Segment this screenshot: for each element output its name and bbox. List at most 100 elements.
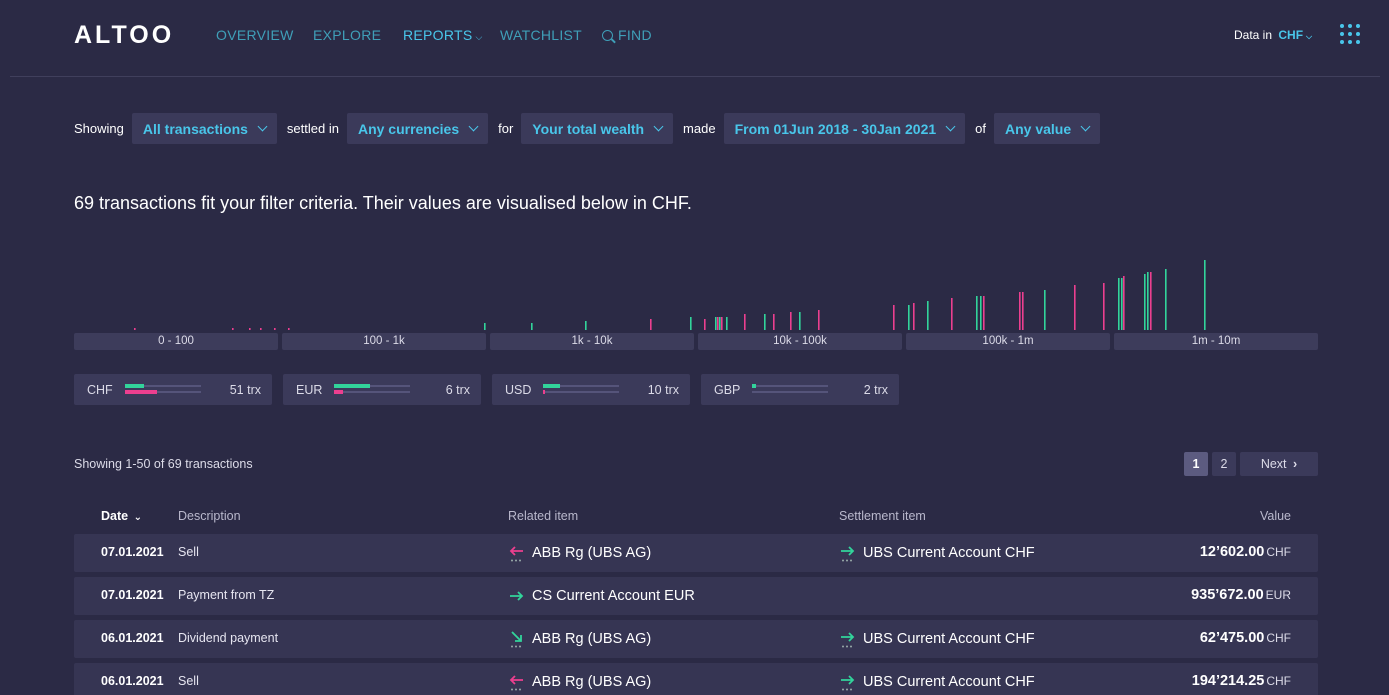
histogram-mark xyxy=(1103,283,1105,330)
value-currency: CHF xyxy=(1266,545,1291,559)
histogram-mark xyxy=(719,317,721,330)
page-2-button[interactable]: 2 xyxy=(1212,452,1236,476)
row-related-item[interactable]: ABB Rg (UBS AG) xyxy=(508,630,651,648)
nav-watchlist[interactable]: WATCHLIST xyxy=(500,27,582,43)
bucket-100k-1m: 100k - 1m xyxy=(906,333,1110,350)
chevron-down-icon xyxy=(257,121,268,132)
table-row[interactable]: 06.01.2021 Dividend payment ABB Rg (UBS AG… xyxy=(74,620,1318,658)
row-date: 07.01.2021 xyxy=(101,545,164,559)
date-column-header[interactable]: Date ⌄ xyxy=(101,509,142,523)
filter-label-of: of xyxy=(975,121,986,136)
row-value: 935’672.00 EUR xyxy=(1191,587,1291,603)
settlement-item-label: UBS Current Account CHF xyxy=(863,631,1035,647)
currencies-filter-value: Any currencies xyxy=(357,120,460,137)
incoming-arrow-icon xyxy=(508,587,526,605)
histogram-mark xyxy=(1019,292,1021,330)
nav-explore[interactable]: EXPLORE xyxy=(313,27,381,43)
nav-reports-label: REPORTS xyxy=(403,27,473,43)
nav-find-label: FIND xyxy=(618,27,652,43)
histogram-mark xyxy=(288,328,290,330)
currency-chip-chf[interactable]: CHF 51 trx xyxy=(74,374,272,405)
histogram-mark xyxy=(744,314,746,330)
showing-count: Showing 1-50 of 69 transactions xyxy=(74,457,253,471)
apps-grid-icon[interactable] xyxy=(1340,24,1360,44)
period-filter[interactable]: From 01Jun 2018 - 30Jan 2021 xyxy=(723,113,966,144)
currency-chip-gbp[interactable]: GBP 2 trx xyxy=(701,374,899,405)
table-row[interactable]: 07.01.2021 Sell ABB Rg (UBS AG) UBS Current… xyxy=(74,534,1318,572)
filter-label-made: made xyxy=(683,121,716,136)
row-related-item[interactable]: ABB Rg (UBS AG) xyxy=(508,673,651,691)
currency-dropdown[interactable]: CHF ⌵ xyxy=(1278,28,1312,42)
value-filter[interactable]: Any value xyxy=(993,113,1101,144)
table-row[interactable]: 06.01.2021 Sell ABB Rg (UBS AG) UBS Current… xyxy=(74,663,1318,695)
date-header-label: Date xyxy=(101,509,129,523)
chip-count: 2 trx xyxy=(863,383,888,397)
histogram-mark xyxy=(232,328,234,330)
chip-count: 6 trx xyxy=(445,383,470,397)
bucket-1k-10k: 1k - 10k xyxy=(490,333,694,350)
scope-filter[interactable]: Your total wealth xyxy=(521,113,674,144)
page-1-button[interactable]: 1 xyxy=(1184,452,1208,476)
histogram-mark xyxy=(818,310,820,330)
nav-find[interactable]: FIND xyxy=(602,27,652,43)
row-value: 62’475.00 CHF xyxy=(1200,630,1291,646)
results-summary: 69 transactions fit your filter criteria… xyxy=(74,193,692,213)
value-currency: EUR xyxy=(1265,588,1291,602)
histogram-mark xyxy=(976,296,978,330)
currency-chip-usd[interactable]: USD 10 trx xyxy=(492,374,690,405)
histogram-mark xyxy=(1074,285,1076,330)
row-settlement-item[interactable]: UBS Current Account CHF xyxy=(839,630,1035,648)
filter-label-for: for xyxy=(498,121,514,136)
bucket-10k-100k: 10k - 100k xyxy=(698,333,902,350)
histogram-mark xyxy=(274,328,276,330)
histogram-mark xyxy=(134,328,136,330)
value-amount: 62’475.00 xyxy=(1199,630,1265,646)
next-page-button[interactable]: Next › xyxy=(1240,452,1318,476)
value-amount: 194’214.25 xyxy=(1191,673,1265,689)
row-related-item[interactable]: CS Current Account EUR xyxy=(508,587,695,605)
histogram-mark xyxy=(585,321,587,330)
row-value: 194’214.25 CHF xyxy=(1192,673,1291,689)
currencies-filter[interactable]: Any currencies xyxy=(346,113,489,144)
chevron-down-icon xyxy=(1080,121,1091,132)
histogram-mark xyxy=(721,317,723,330)
histogram-mark xyxy=(913,303,915,330)
settlement-arrow-icon xyxy=(839,630,857,648)
value-currency: CHF xyxy=(1266,674,1291,688)
row-description: Sell xyxy=(178,545,199,559)
row-settlement-item[interactable]: UBS Current Account CHF xyxy=(839,673,1035,691)
chip-bars xyxy=(543,384,619,395)
histogram-mark xyxy=(1044,290,1046,330)
sell-arrow-icon xyxy=(508,544,526,562)
bucket-1m-10m: 1m - 10m xyxy=(1114,333,1318,350)
settlement-item-label: UBS Current Account CHF xyxy=(863,674,1035,690)
altoo-logo[interactable]: ALTOO xyxy=(74,21,174,50)
histogram-mark xyxy=(704,319,706,330)
transactions-filter[interactable]: All transactions xyxy=(131,113,277,144)
histogram-mark xyxy=(690,317,692,330)
table-row[interactable]: 07.01.2021 Payment from TZ CS Current Acco… xyxy=(74,577,1318,615)
sell-arrow-icon xyxy=(508,673,526,691)
row-related-item[interactable]: ABB Rg (UBS AG) xyxy=(508,544,651,562)
histogram-mark xyxy=(1204,260,1206,330)
nav-reports[interactable]: REPORTS ⌵ xyxy=(403,27,483,43)
histogram-mark xyxy=(983,296,985,330)
chip-bars xyxy=(125,384,201,395)
transactions-filter-value: All transactions xyxy=(142,120,248,137)
value-column-header: Value xyxy=(1259,509,1291,523)
currency-chip-eur[interactable]: EUR 6 trx xyxy=(283,374,481,405)
row-date: 06.01.2021 xyxy=(101,674,164,688)
histogram-mark xyxy=(1121,278,1123,330)
histogram-mark xyxy=(980,296,982,330)
row-settlement-item[interactable]: UBS Current Account CHF xyxy=(839,544,1035,562)
value-currency: CHF xyxy=(1266,631,1291,645)
histogram-mark xyxy=(1165,269,1167,330)
related-item-label: ABB Rg (UBS AG) xyxy=(532,545,652,561)
chip-bars xyxy=(334,384,410,395)
value-amount: 935’672.00 xyxy=(1191,587,1264,603)
nav-overview[interactable]: OVERVIEW xyxy=(216,27,294,43)
settlement-arrow-icon xyxy=(839,544,857,562)
chip-bars xyxy=(752,384,828,395)
histogram-mark xyxy=(764,314,766,330)
histogram-mark xyxy=(1150,272,1152,330)
